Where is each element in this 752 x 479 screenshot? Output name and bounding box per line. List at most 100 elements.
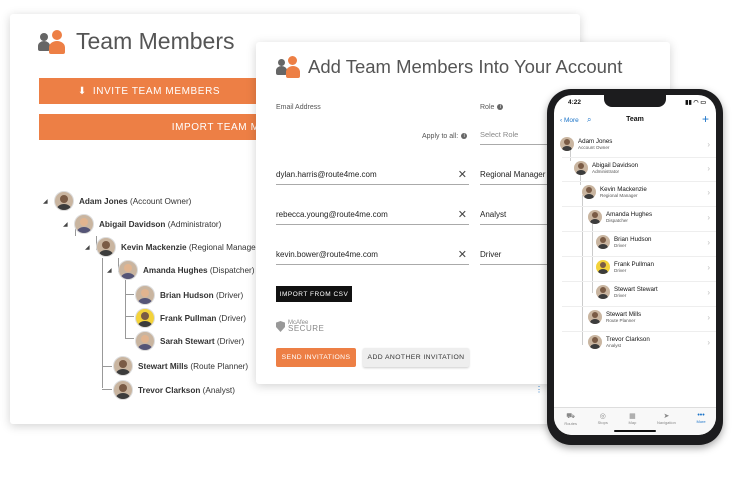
clear-icon[interactable]: ✕: [458, 168, 467, 181]
member-name: Abigail Davidson: [99, 219, 166, 229]
member-name: Trevor Clarkson: [606, 335, 650, 343]
chevron-right-icon[interactable]: ›: [707, 313, 710, 322]
member-name: Brian Hudson: [160, 290, 214, 300]
chevron-right-icon[interactable]: ›: [707, 188, 710, 197]
tree-node-amanda-hughes[interactable]: ◢ Amanda Hughes (Dispatcher): [107, 260, 254, 280]
navigation-icon: ➤: [663, 413, 670, 420]
import-team-members-button[interactable]: IMPORT TEAM MEMB: [39, 114, 282, 140]
member-role: (Account Owner): [129, 196, 192, 206]
tab-more[interactable]: ••• More: [696, 408, 705, 435]
member-role: (Driver): [216, 336, 245, 346]
chevron-right-icon[interactable]: ›: [707, 263, 710, 272]
email-field[interactable]: rebecca.young@route4me.com ✕: [276, 208, 469, 225]
clear-icon[interactable]: ✕: [458, 248, 467, 261]
member-name: Adam Jones: [79, 196, 128, 206]
email-field[interactable]: kevin.bower@route4me.com ✕: [276, 248, 469, 265]
member-role: (Dispatcher): [209, 265, 255, 275]
avatar: [582, 185, 596, 199]
more-options-icon[interactable]: ⋮: [535, 385, 543, 394]
avatar: [118, 260, 138, 280]
tree-node-trevor-clarkson[interactable]: Trevor Clarkson (Analyst): [113, 380, 235, 400]
info-icon[interactable]: i: [461, 133, 468, 140]
clear-icon[interactable]: ✕: [458, 208, 467, 221]
email-field[interactable]: dylan.harris@route4me.com ✕: [276, 168, 469, 185]
tree-node-kevin-mackenzie[interactable]: ◢ Kevin Mackenzie (Regional Manager): [85, 237, 261, 257]
chevron-right-icon[interactable]: ›: [707, 164, 710, 173]
tab-label: More: [696, 419, 706, 424]
role-select[interactable]: Analyst: [480, 208, 550, 225]
member-name: Sarah Stewart: [160, 336, 215, 346]
phone-member-row[interactable]: Brian Hudson Driver: [596, 235, 652, 249]
info-icon[interactable]: i: [497, 104, 504, 111]
home-indicator: [614, 430, 656, 432]
tab-label: Navigation: [656, 420, 676, 425]
team-members-header: Team Members: [38, 28, 234, 55]
member-role: (Administrator): [167, 219, 222, 229]
role-select[interactable]: Driver: [480, 248, 550, 265]
member-name: Kevin Mackenzie: [121, 242, 187, 252]
tab-label: Map: [628, 420, 637, 425]
member-role: Dispatcher: [606, 217, 628, 223]
member-role: (Driver): [215, 290, 244, 300]
email-value: dylan.harris@route4me.com: [276, 170, 377, 179]
page-title: Team Members: [76, 28, 235, 54]
member-role: Account Owner: [578, 144, 610, 150]
apply-to-all-label: Apply to all: i: [422, 133, 468, 140]
avatar: [588, 210, 602, 224]
tab-stops[interactable]: ◎ Stops: [598, 408, 608, 435]
collapse-triangle-icon[interactable]: ◢: [43, 198, 49, 205]
tree-node-adam-jones[interactable]: ◢ Adam Jones (Account Owner): [43, 191, 191, 211]
collapse-triangle-icon[interactable]: ◢: [85, 244, 91, 251]
phone-member-row[interactable]: Trevor Clarkson Analyst: [588, 335, 650, 349]
tree-node-frank-pullman[interactable]: Frank Pullman (Driver): [135, 308, 246, 328]
tab-navigation[interactable]: ➤ Navigation: [657, 408, 676, 435]
email-value: kevin.bower@route4me.com: [276, 250, 378, 259]
member-name: Adam Jones: [578, 137, 613, 145]
tab-routes[interactable]: ⛟ Routes: [564, 408, 577, 435]
member-name: Stewart Stewart: [614, 285, 658, 293]
add-member-button[interactable]: +: [702, 112, 709, 126]
avatar: [588, 310, 602, 324]
invite-team-members-button[interactable]: ⬇ INVITE TEAM MEMBERS: [39, 78, 259, 104]
tab-label: Stops: [597, 420, 608, 425]
member-name: Stewart Mills: [138, 361, 189, 371]
import-from-csv-button[interactable]: IMPORT FROM CSV: [276, 286, 352, 302]
member-role: (Analyst): [202, 385, 235, 395]
collapse-triangle-icon[interactable]: ◢: [107, 267, 113, 274]
chevron-right-icon[interactable]: ›: [707, 338, 710, 347]
phone-screen: 4:22 ▮▮ ◠ ▭ ‹ More ⌕ Team + Adam Jones Ac…: [554, 95, 716, 435]
tree-node-brian-hudson[interactable]: Brian Hudson (Driver): [135, 285, 243, 305]
phone-member-row[interactable]: Stewart Stewart Driver: [596, 285, 658, 299]
send-invitations-button[interactable]: SEND INVITATIONS: [276, 348, 356, 367]
tree-node-stewart-mills[interactable]: Stewart Mills (Route Planner): [113, 356, 248, 376]
member-role: Regional Manager: [600, 192, 638, 198]
phone-notch: [604, 95, 666, 107]
routes-icon: ⛟: [566, 413, 576, 420]
phone-member-row[interactable]: Stewart Mills Route Planner: [588, 310, 641, 324]
shield-icon: [276, 321, 285, 332]
tree-node-sarah-stewart[interactable]: Sarah Stewart (Driver): [135, 331, 244, 351]
chevron-right-icon[interactable]: ›: [707, 288, 710, 297]
avatar: [113, 380, 133, 400]
phone-member-row[interactable]: Amanda Hughes Dispatcher: [588, 210, 652, 224]
avatar: [560, 137, 574, 151]
phone-member-row[interactable]: Adam Jones Account Owner: [560, 137, 612, 151]
tree-node-abigail-davidson[interactable]: ◢ Abigail Davidson (Administrator): [63, 214, 221, 234]
collapse-triangle-icon[interactable]: ◢: [63, 221, 69, 228]
phone-member-row[interactable]: Kevin Mackenzie Regional Manager: [582, 185, 647, 199]
avatar: [74, 214, 94, 234]
chevron-right-icon[interactable]: ›: [707, 238, 710, 247]
role-column-label: Role i: [480, 104, 504, 111]
apply-to-all-text: Apply to all:: [422, 133, 459, 140]
member-name: Amanda Hughes: [143, 265, 208, 275]
add-another-invitation-button[interactable]: ADD ANOTHER INVITATION: [363, 348, 469, 367]
phone-member-row[interactable]: Abigail Davidson Administrator: [574, 161, 638, 175]
member-name: Amanda Hughes: [606, 210, 653, 218]
phone-member-row[interactable]: Frank Pullman Driver: [596, 260, 654, 274]
member-role: Route Planner: [606, 317, 636, 323]
chevron-right-icon[interactable]: ›: [707, 213, 710, 222]
role-select[interactable]: Regional Manager: [480, 168, 550, 185]
email-value: rebecca.young@route4me.com: [276, 210, 388, 219]
chevron-right-icon[interactable]: ›: [707, 140, 710, 149]
apply-to-all-role-select[interactable]: Select Role: [480, 128, 550, 145]
